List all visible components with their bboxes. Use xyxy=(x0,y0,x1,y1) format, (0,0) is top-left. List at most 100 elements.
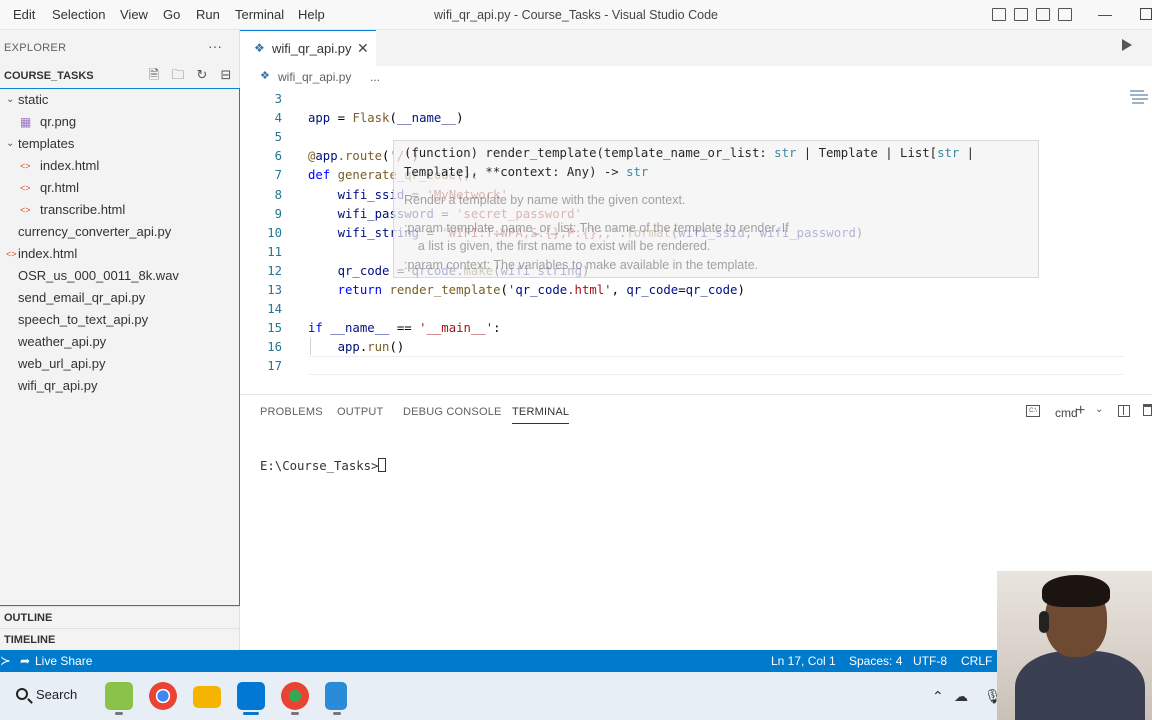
os-taskbar: Search ⌃ ☁ 🎙 xyxy=(0,672,1152,720)
tree-item-py[interactable]: currency_converter_api.py xyxy=(0,221,238,243)
outline-section[interactable]: OUTLINE xyxy=(0,606,240,628)
current-line-highlight xyxy=(308,356,1124,375)
menu-terminal[interactable]: Terminal xyxy=(235,7,284,22)
tab-problems[interactable]: PROBLEMS xyxy=(260,406,323,418)
terminal-output[interactable]: E:\Course_Tasks> xyxy=(260,458,387,473)
file-explorer-icon[interactable] xyxy=(193,686,221,708)
terminal-cursor xyxy=(378,458,387,472)
vscode-icon[interactable] xyxy=(237,682,265,710)
tree-item-label: OSR_us_000_0011_8k.wav xyxy=(18,268,179,283)
explorer-title: EXPLORER xyxy=(4,42,67,54)
python-file-icon: ❖ xyxy=(254,41,265,55)
hover-doc-line: a list is given, the first name to exist… xyxy=(404,239,711,253)
tree-item-py[interactable]: wifi_qr_api.py xyxy=(0,375,238,397)
line-number: 11 xyxy=(267,244,282,259)
toggle-secondary-sidebar-icon[interactable] xyxy=(1036,8,1050,21)
tree-item-label: speech_to_text_api.py xyxy=(18,312,149,327)
chrome-icon[interactable] xyxy=(149,682,177,710)
new-folder-icon[interactable]: 🗀 xyxy=(171,68,185,82)
tree-item-py[interactable]: send_email_qr_api.py xyxy=(0,287,238,309)
webcam-overlay xyxy=(997,571,1152,720)
menu-view[interactable]: View xyxy=(120,7,148,22)
tab-debug-console[interactable]: DEBUG CONSOLE xyxy=(403,406,502,418)
tree-item-folder[interactable]: ⌄ templates xyxy=(0,133,238,155)
line-number: 17 xyxy=(267,359,282,374)
tree-item-wav[interactable]: OSR_us_000_0011_8k.wav xyxy=(0,265,238,287)
code-line: if __name__ == '__main__': xyxy=(308,321,501,336)
split-terminal-icon[interactable] xyxy=(1118,405,1130,417)
workspace-folder-name[interactable]: COURSE_TASKS xyxy=(4,70,94,82)
close-tab-icon[interactable]: ✕ xyxy=(357,40,369,57)
notepad-icon[interactable] xyxy=(325,682,347,710)
customize-layout-icon[interactable] xyxy=(1058,8,1072,21)
menu-help[interactable]: Help xyxy=(298,7,325,22)
tree-item-label: static xyxy=(18,92,49,107)
app-taskbar-icon[interactable] xyxy=(105,682,133,710)
cursor-position[interactable]: Ln 17, Col 1 xyxy=(771,654,836,668)
python-file-icon: ❖ xyxy=(260,70,270,82)
tree-item-py[interactable]: speech_to_text_api.py xyxy=(0,309,238,331)
remote-icon[interactable]: ≻ xyxy=(0,653,11,669)
kill-terminal-icon[interactable] xyxy=(1143,404,1152,416)
tree-item-html[interactable]: <> index.html xyxy=(0,155,238,177)
line-number: 4 xyxy=(274,111,282,126)
tree-item-html[interactable]: <> qr.html xyxy=(0,177,238,199)
hover-tooltip: (function) render_template(template_name… xyxy=(393,140,1039,278)
menu-edit[interactable]: Edit xyxy=(13,7,35,22)
minimap[interactable] xyxy=(1128,88,1152,110)
menu-go[interactable]: Go xyxy=(163,7,180,22)
taskbar-search[interactable]: Search xyxy=(0,682,78,710)
chrome-profile-icon[interactable] xyxy=(281,682,309,710)
minimize-icon[interactable]: — xyxy=(1098,6,1112,22)
html-file-icon: <> xyxy=(20,183,31,193)
line-number: 7 xyxy=(274,168,282,183)
tab-label: wifi_qr_api.py xyxy=(272,41,352,56)
chevron-down-icon[interactable]: ⌄ xyxy=(1095,404,1103,415)
tree-item-label: transcribe.html xyxy=(40,202,126,217)
encoding[interactable]: UTF-8 xyxy=(913,654,947,668)
title-bar: Edit Selection View Go Run Terminal Help… xyxy=(0,0,1152,30)
line-number: 12 xyxy=(267,263,282,278)
maximize-icon[interactable] xyxy=(1140,8,1152,20)
html-file-icon: <> xyxy=(6,249,17,259)
html-file-icon: <> xyxy=(20,205,31,215)
new-file-icon[interactable]: 🗎 xyxy=(147,68,161,82)
timeline-section[interactable]: TIMELINE xyxy=(0,628,240,650)
tree-item-py[interactable]: web_url_api.py xyxy=(0,353,238,375)
live-share-button[interactable]: Live Share xyxy=(35,654,92,668)
tab-output[interactable]: OUTPUT xyxy=(337,406,383,418)
line-number: 5 xyxy=(274,130,282,145)
tree-item-label: currency_converter_api.py xyxy=(18,224,172,239)
line-number: 9 xyxy=(274,206,282,221)
refresh-icon[interactable]: ↻ xyxy=(195,68,209,82)
line-number: 8 xyxy=(274,187,282,202)
toggle-primary-sidebar-icon[interactable] xyxy=(992,8,1006,21)
line-number: 13 xyxy=(267,283,282,297)
collapse-all-icon[interactable]: ⊟ xyxy=(219,68,233,82)
tree-item-image[interactable]: ▦ qr.png xyxy=(0,111,238,133)
tab-wifi-qr-api[interactable]: ❖ wifi_qr_api.py ✕ xyxy=(240,30,376,66)
tree-item-label: index.html xyxy=(40,158,100,173)
breadcrumb-symbols[interactable]: ... xyxy=(370,70,380,84)
terminal-name[interactable]: cmd xyxy=(1055,406,1078,420)
tree-item-html[interactable]: <> index.html xyxy=(0,243,238,265)
indentation[interactable]: Spaces: 4 xyxy=(849,654,902,668)
more-actions-icon[interactable]: ··· xyxy=(208,38,222,54)
menu-selection[interactable]: Selection xyxy=(52,7,105,22)
cloud-icon[interactable]: ☁ xyxy=(954,688,968,705)
tab-terminal[interactable]: TERMINAL xyxy=(512,406,570,424)
chevron-up-icon[interactable]: ⌃ xyxy=(932,688,944,705)
run-python-file-icon[interactable] xyxy=(1122,39,1132,51)
hover-doc-line: :param template_name_or_list: The name o… xyxy=(404,221,789,235)
tree-item-html[interactable]: <> transcribe.html xyxy=(0,199,238,221)
terminal-icon: C:\ xyxy=(1026,405,1040,417)
tree-item-folder[interactable]: ⌄ static xyxy=(0,89,238,111)
tree-item-py[interactable]: weather_api.py xyxy=(0,331,238,353)
breadcrumb-file[interactable]: wifi_qr_api.py xyxy=(278,70,351,84)
toggle-panel-icon[interactable] xyxy=(1014,8,1028,21)
menu-run[interactable]: Run xyxy=(196,7,220,22)
new-terminal-icon[interactable]: + xyxy=(1076,402,1085,420)
line-endings[interactable]: CRLF xyxy=(961,654,992,668)
terminal-prompt: E:\Course_Tasks> xyxy=(260,459,379,473)
explorer-sidebar: EXPLORER ··· COURSE_TASKS 🗎 🗀 ↻ ⊟ ⌄ stati… xyxy=(0,30,240,650)
